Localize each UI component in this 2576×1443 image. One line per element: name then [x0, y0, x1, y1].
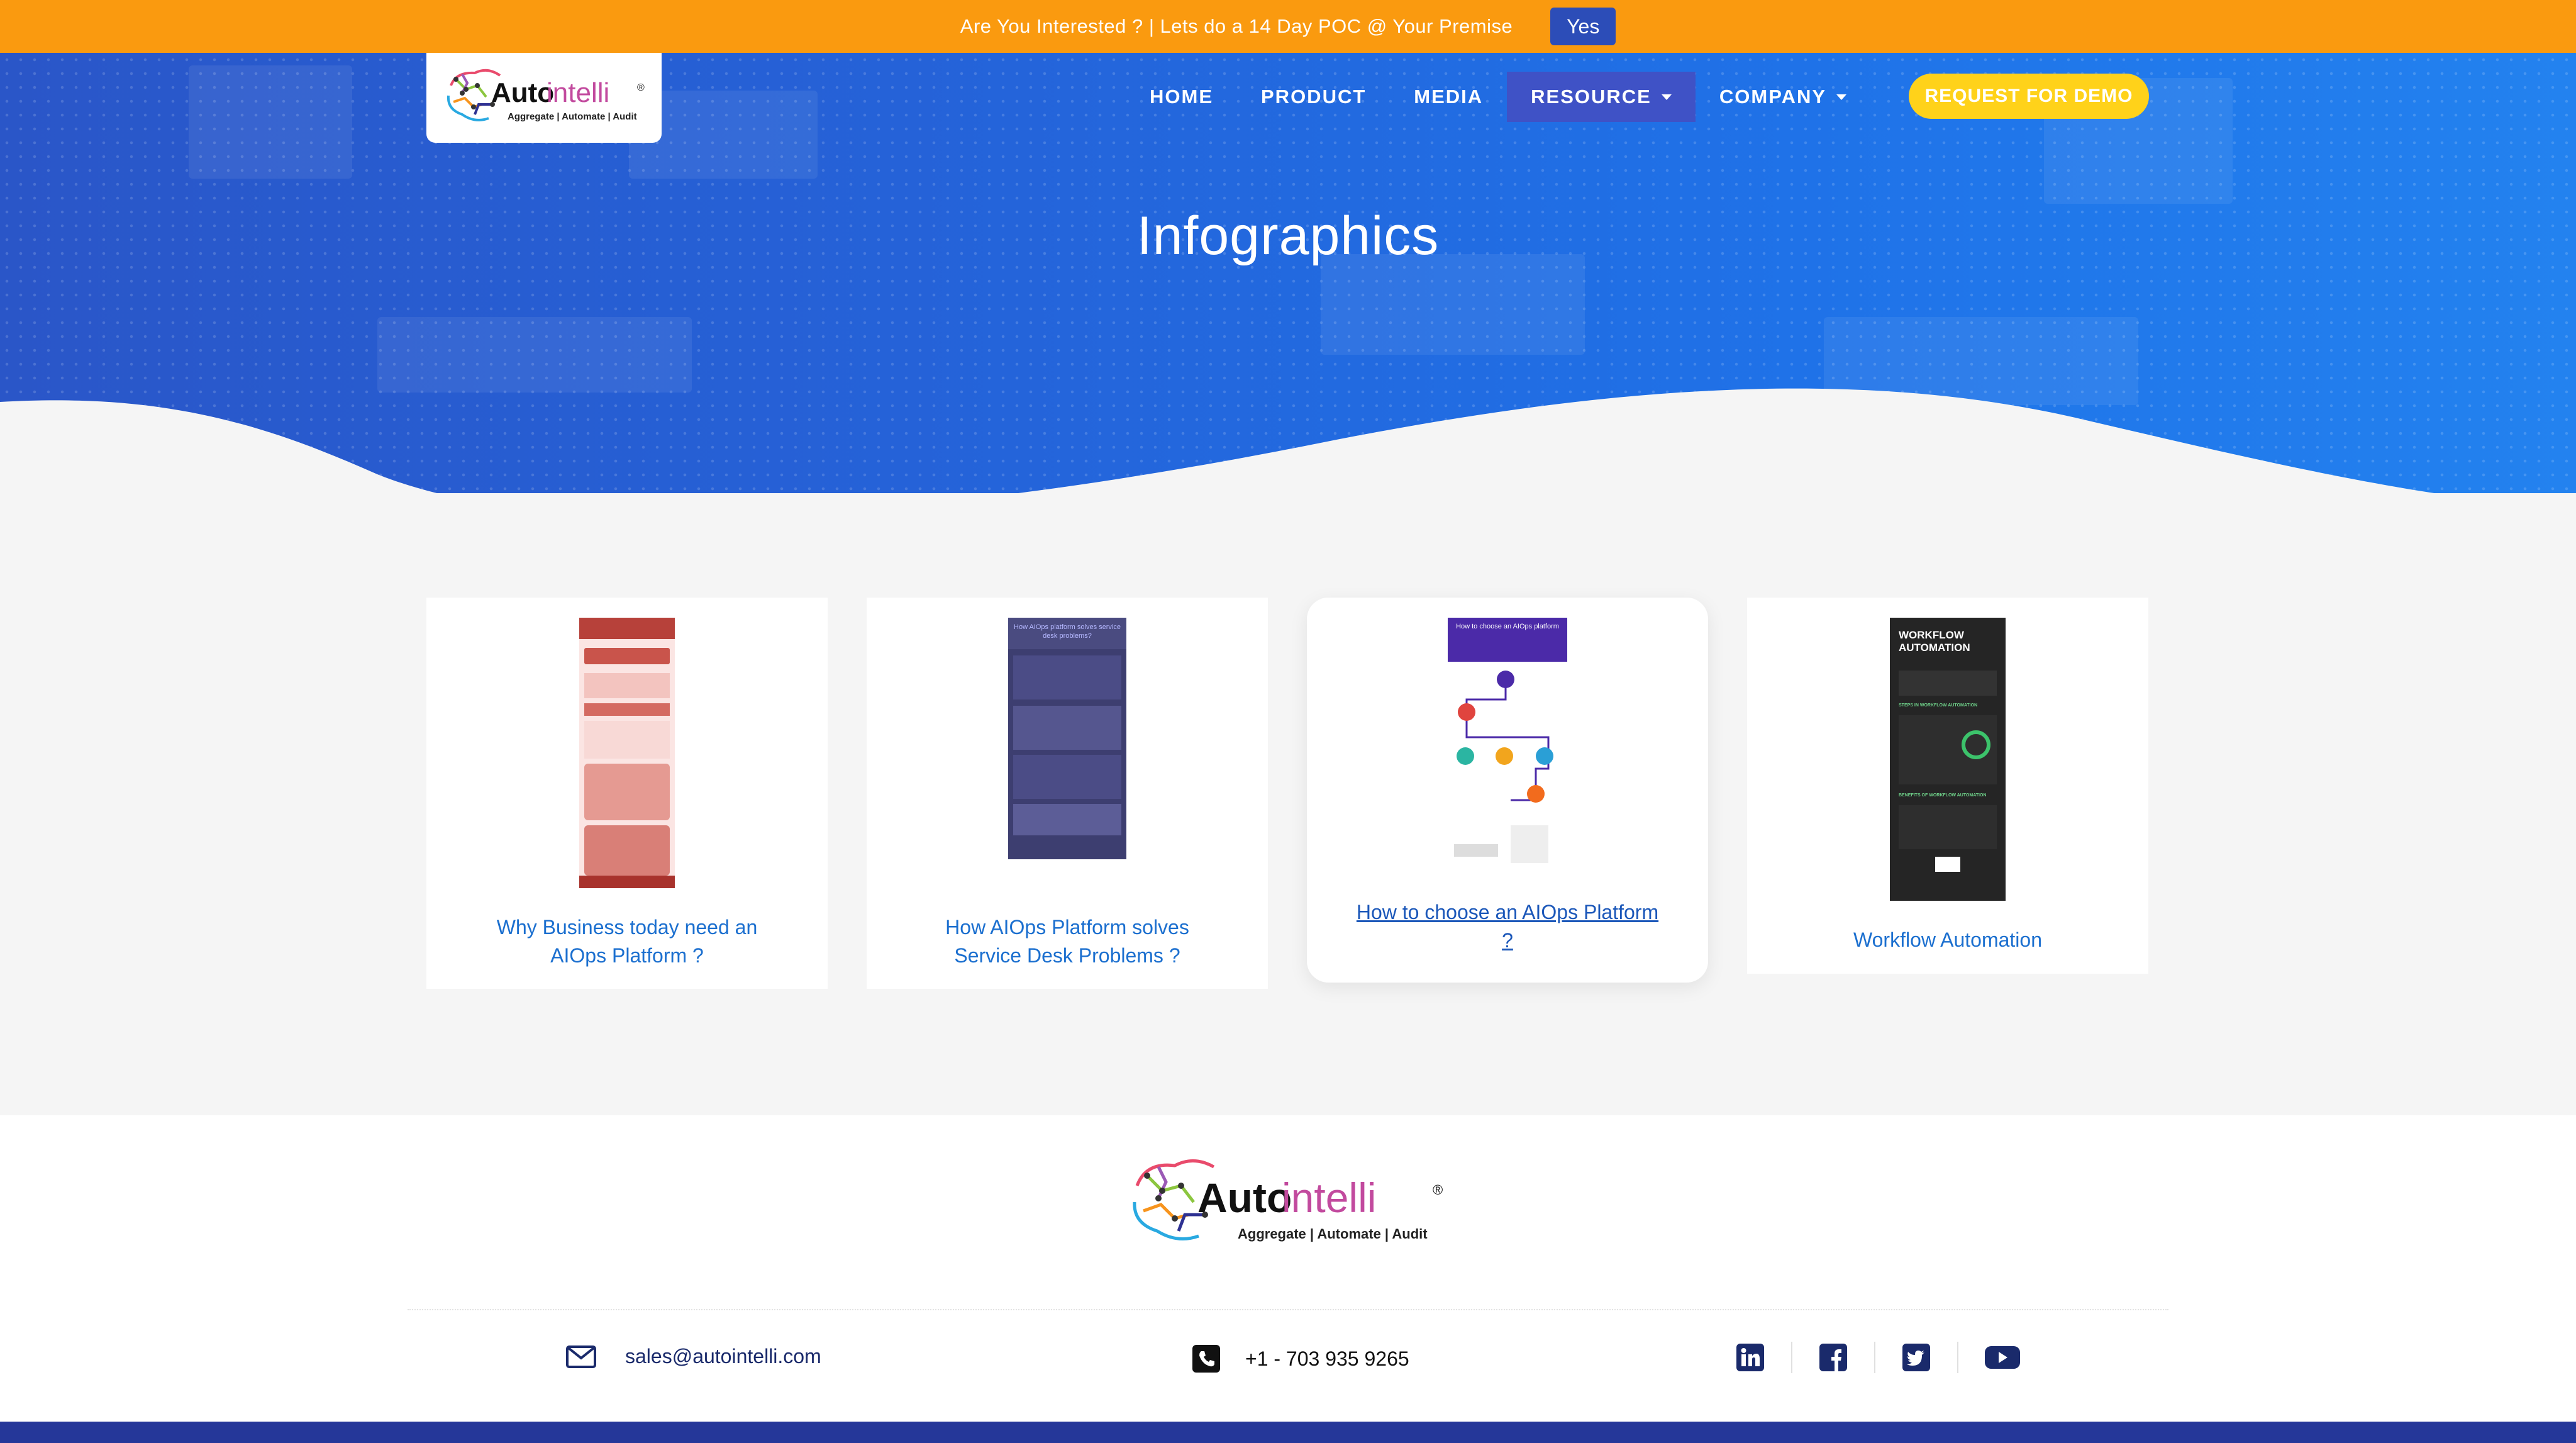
thumb-block: [584, 648, 670, 664]
card-title-link[interactable]: Workflow Automation: [1809, 926, 2086, 954]
nav-media[interactable]: MEDIA: [1390, 72, 1507, 122]
logo-tagline: Aggregate | Automate | Audit: [508, 111, 637, 122]
infographic-thumbnail[interactable]: WORKFLOW AUTOMATION STEPS IN WORKFLOW AU…: [1890, 618, 2006, 901]
logo-intelli-text: intelli: [547, 77, 609, 108]
hero-wave: [0, 388, 2434, 493]
thumb-block: [584, 764, 670, 820]
infographic-card[interactable]: WORKFLOW AUTOMATION STEPS IN WORKFLOW AU…: [1747, 598, 2148, 974]
footer: Auto intelli ® Aggregate | Automate | Au…: [0, 1115, 2576, 1422]
thumb-logo: [1935, 857, 1960, 872]
infographic-thumbnail[interactable]: How AIOps platform solves service desk p…: [1008, 618, 1126, 888]
thumb-block: [1899, 715, 1997, 784]
chevron-down-icon: [1836, 94, 1847, 100]
thumb-footer: [1008, 859, 1126, 888]
thumb-block: [584, 703, 670, 716]
autointelli-logo: Auto intelli ® Aggregate | Automate | Au…: [1133, 1159, 1443, 1242]
thumb-block: [1013, 655, 1121, 699]
bottom-bar: [0, 1422, 2576, 1443]
envelope-icon: [566, 1345, 596, 1368]
thumb-footer: [579, 876, 675, 888]
card-title-link[interactable]: How AIOps Platform solves Service Desk P…: [867, 913, 1268, 970]
page-title: Infographics: [1136, 206, 1440, 266]
email-link[interactable]: sales@autointelli.com: [625, 1345, 821, 1368]
thumb-header: [579, 618, 675, 639]
announcement-text: Are You Interested ? | Lets do a 14 Day …: [960, 15, 1513, 37]
youtube-icon[interactable]: [1985, 1343, 2020, 1372]
linkedin-icon[interactable]: [1736, 1343, 1765, 1372]
thumb-block: [584, 721, 670, 759]
nav-resource[interactable]: RESOURCE: [1507, 72, 1696, 122]
nav-company-label: COMPANY: [1719, 86, 1827, 108]
thumb-block: [1899, 805, 1997, 849]
infographic-thumbnail[interactable]: How to choose an AIOps platform: [1448, 618, 1567, 881]
logo-intelli-text: intelli: [1282, 1174, 1376, 1221]
header-logo[interactable]: Auto intelli ® Aggregate | Automate | Au…: [426, 53, 662, 143]
thumb-block: [584, 825, 670, 876]
thumb-heading: WORKFLOW AUTOMATION: [1899, 629, 1970, 654]
thumb-subheading: BENEFITS OF WORKFLOW AUTOMATION: [1899, 793, 1987, 798]
autointelli-logo: Auto intelli ® Aggregate | Automate | Au…: [447, 69, 645, 122]
thumb-block: [584, 673, 670, 698]
yes-button[interactable]: Yes: [1550, 8, 1616, 45]
thumb-block: [1013, 804, 1121, 835]
contact-email[interactable]: sales@autointelli.com: [566, 1345, 821, 1368]
request-demo-button[interactable]: REQUEST FOR DEMO: [1909, 74, 2149, 119]
registered-mark: ®: [637, 82, 645, 93]
logo-auto-text: Auto: [1197, 1174, 1292, 1221]
infographic-card[interactable]: How AIOps platform solves service desk p…: [867, 598, 1268, 989]
footer-logo[interactable]: Auto intelli ® Aggregate | Automate | Au…: [1124, 1148, 1452, 1261]
contact-phone[interactable]: +1 - 703 935 9265: [1192, 1345, 1409, 1373]
logo-tagline: Aggregate | Automate | Audit: [1238, 1226, 1428, 1242]
thumb-heading: How to choose an AIOps platform: [1448, 618, 1567, 662]
infographic-card[interactable]: How to choose an AIOps platform How to c…: [1307, 598, 1708, 983]
logo-auto-text: Auto: [491, 77, 554, 108]
thumb-ring: [1962, 730, 1990, 759]
phone-number[interactable]: +1 - 703 935 9265: [1245, 1347, 1409, 1371]
social-links: [1736, 1342, 2020, 1373]
main-nav: HOME PRODUCT MEDIA RESOURCE COMPANY: [1126, 72, 1870, 122]
card-title-link[interactable]: How to choose an AIOps Platform ?: [1307, 898, 1708, 955]
footer-divider: [408, 1309, 2168, 1310]
social-divider: [1791, 1342, 1792, 1373]
thumb-block: [1899, 671, 1997, 696]
twitter-icon[interactable]: [1902, 1343, 1931, 1372]
announcement-bar: Are You Interested ? | Lets do a 14 Day …: [0, 0, 2576, 53]
infographic-thumbnail[interactable]: [579, 618, 675, 888]
thumb-block: [1013, 755, 1121, 799]
phone-icon: [1192, 1345, 1220, 1373]
registered-mark: ®: [1433, 1182, 1443, 1198]
social-divider: [1874, 1342, 1875, 1373]
chevron-down-icon: [1661, 94, 1672, 100]
card-title-link[interactable]: Why Business today need an AIOps Platfor…: [426, 913, 828, 970]
facebook-icon[interactable]: [1819, 1343, 1848, 1372]
nav-resource-label: RESOURCE: [1531, 86, 1652, 108]
infographic-card[interactable]: Why Business today need an AIOps Platfor…: [426, 598, 828, 989]
nav-home[interactable]: HOME: [1126, 72, 1237, 122]
thumb-heading: How AIOps platform solves service desk p…: [1008, 618, 1126, 649]
nav-company[interactable]: COMPANY: [1696, 72, 1870, 122]
thumb-steps-graphic: [1454, 671, 1553, 863]
social-divider: [1957, 1342, 1958, 1373]
thumb-subheading: STEPS IN WORKFLOW AUTOMATION: [1899, 703, 1978, 708]
nav-product[interactable]: PRODUCT: [1237, 72, 1390, 122]
thumb-block: [1013, 706, 1121, 750]
